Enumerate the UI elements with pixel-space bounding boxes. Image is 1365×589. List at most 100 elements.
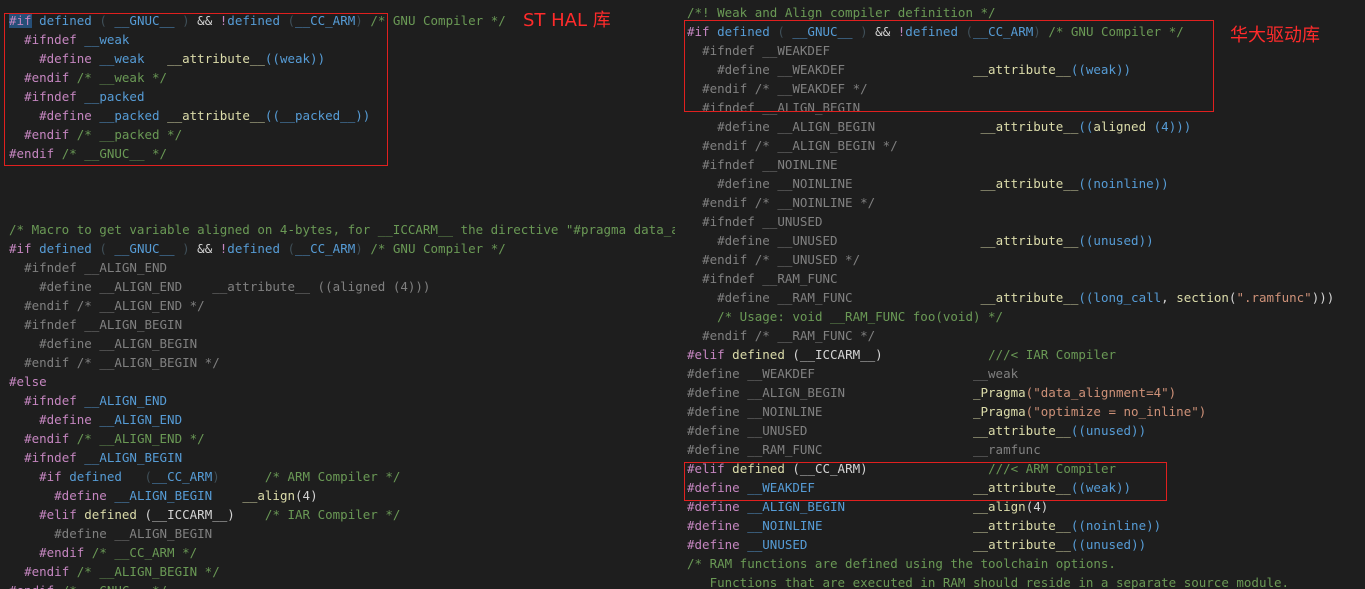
code-line[interactable]: #endif /* __packed */ bbox=[0, 125, 182, 144]
right-editor-pane[interactable]: /*! Weak and Align compiler definition *… bbox=[678, 0, 1365, 589]
code-line[interactable]: #define __NOINLINE __attribute__((noinli… bbox=[678, 174, 1169, 193]
code-token: section bbox=[1176, 290, 1229, 305]
code-line[interactable]: #elif defined (__ICCARM__) ///< IAR Comp… bbox=[678, 345, 1116, 364]
code-token: (( bbox=[1078, 290, 1094, 305]
code-line[interactable]: #endif /* __ALIGN_END */ bbox=[0, 296, 205, 315]
code-token: __attribute__ bbox=[973, 480, 1071, 495]
code-line[interactable]: #define __UNUSED __attribute__((unused)) bbox=[678, 231, 1154, 250]
code-line[interactable]: #define __ALIGN_BEGIN __align(4) bbox=[0, 486, 317, 505]
code-token: #define __ALIGN_BEGIN bbox=[687, 385, 846, 400]
code-line[interactable]: #ifndef __weak bbox=[0, 30, 129, 49]
code-line[interactable]: #ifndef __ALIGN_END bbox=[0, 391, 167, 410]
code-line[interactable]: #define __ALIGN_BEGIN bbox=[0, 524, 212, 543]
code-token: defined bbox=[39, 241, 92, 256]
code-line[interactable]: #endif /* __ALIGN_END */ bbox=[0, 429, 205, 448]
code-token: ) bbox=[355, 241, 371, 256]
code-token: (( bbox=[1078, 119, 1094, 134]
left-editor-pane[interactable]: #if defined ( __GNUC__ ) && !defined (__… bbox=[0, 0, 675, 589]
code-line[interactable]: #ifndef __WEAKDEF bbox=[678, 41, 830, 60]
code-token: #define __NOINLINE bbox=[687, 404, 823, 419]
code-line[interactable] bbox=[0, 201, 9, 220]
code-token: ( bbox=[121, 469, 153, 484]
code-line[interactable]: #define __RAM_FUNC __attribute__((long_c… bbox=[678, 288, 1334, 307]
code-token: __attribute__ bbox=[980, 290, 1079, 305]
code-line[interactable]: #endif /* __NOINLINE */ bbox=[678, 193, 875, 212]
code-line[interactable]: #define __WEAKDEF __weak bbox=[678, 364, 1018, 383]
code-line[interactable]: #ifndef __ALIGN_END bbox=[0, 258, 167, 277]
code-line[interactable]: #define __NOINLINE __attribute__((noinli… bbox=[678, 516, 1161, 535]
code-line[interactable]: #define __ALIGN_BEGIN __attribute__((ali… bbox=[678, 117, 1191, 136]
code-line[interactable]: Functions that are executed in RAM shoul… bbox=[678, 573, 1289, 589]
code-line[interactable]: #ifndef __RAM_FUNC bbox=[678, 269, 837, 288]
code-token: __attribute__ bbox=[980, 176, 1079, 191]
code-line[interactable]: #endif /* __GNUC__ */ bbox=[0, 581, 167, 589]
code-line[interactable]: #endif /* __UNUSED */ bbox=[678, 250, 860, 269]
code-token: __ALIGN_BEGIN bbox=[114, 488, 213, 503]
code-line[interactable]: #if defined ( __GNUC__ ) && !defined (__… bbox=[0, 11, 506, 30]
code-line[interactable]: #endif /* __ALIGN_BEGIN */ bbox=[0, 353, 220, 372]
code-token: __GNUC__ bbox=[792, 24, 853, 39]
code-line[interactable]: /* Macro to get variable aligned on 4-by… bbox=[0, 220, 675, 239]
code-line[interactable]: #define __NOINLINE _Pragma("optimize = n… bbox=[678, 402, 1206, 421]
code-line[interactable]: /*! Weak and Align compiler definition *… bbox=[678, 3, 996, 22]
code-token: && bbox=[197, 13, 213, 28]
code-line[interactable]: #define __UNUSED __attribute__((unused)) bbox=[678, 421, 1146, 440]
code-line[interactable]: #define __WEAKDEF __attribute__((weak)) bbox=[678, 478, 1131, 497]
code-line[interactable]: #define __ALIGN_BEGIN bbox=[0, 334, 197, 353]
code-line[interactable]: #endif /* __ALIGN_BEGIN */ bbox=[0, 562, 220, 581]
code-token: __attribute__ bbox=[980, 119, 1079, 134]
code-token: ".ramfunc" bbox=[1236, 290, 1312, 305]
code-token: ) bbox=[212, 469, 265, 484]
code-line[interactable]: #else bbox=[0, 372, 47, 391]
code-line[interactable]: #ifndef __UNUSED bbox=[678, 212, 822, 231]
code-line[interactable]: #define __weak __attribute__((weak)) bbox=[0, 49, 325, 68]
code-token: ///< IAR Compiler bbox=[988, 347, 1116, 362]
code-line[interactable]: #elif defined (__CC_ARM) ///< ARM Compil… bbox=[678, 459, 1116, 478]
code-line[interactable]: #elif defined (__ICCARM__) /* IAR Compil… bbox=[0, 505, 400, 524]
code-line[interactable]: #if defined ( __GNUC__ ) && !defined (__… bbox=[0, 239, 506, 258]
code-line[interactable]: /* Usage: void __RAM_FUNC foo(void) */ bbox=[678, 307, 1003, 326]
code-line[interactable]: #if defined (__CC_ARM) /* ARM Compiler *… bbox=[0, 467, 400, 486]
code-line[interactable]: #endif /* __ALIGN_BEGIN */ bbox=[678, 136, 898, 155]
code-line[interactable]: #define __WEAKDEF __attribute__((weak)) bbox=[678, 60, 1131, 79]
code-token: #define bbox=[687, 518, 740, 533]
code-line[interactable]: #define __RAM_FUNC __ramfunc bbox=[678, 440, 1041, 459]
code-line[interactable]: #ifndef __packed bbox=[0, 87, 144, 106]
code-line[interactable]: /* RAM functions are defined using the t… bbox=[678, 554, 1116, 573]
code-token: #define bbox=[54, 488, 107, 503]
code-line[interactable]: #if defined ( __GNUC__ ) && !defined (__… bbox=[678, 22, 1184, 41]
code-token: #endif bbox=[24, 70, 70, 85]
code-token: #define __WEAKDEF bbox=[717, 62, 846, 77]
code-line[interactable]: #define __ALIGN_BEGIN __align(4) bbox=[678, 497, 1048, 516]
code-line[interactable]: #define __ALIGN_END __attribute__ ((alig… bbox=[0, 277, 430, 296]
code-line[interactable] bbox=[0, 182, 9, 201]
code-token: #define __RAM_FUNC bbox=[687, 442, 823, 457]
code-token: #define bbox=[687, 480, 740, 495]
code-token: (4) bbox=[1025, 499, 1049, 514]
code-line[interactable]: #endif /* __CC_ARM */ bbox=[0, 543, 197, 562]
code-line[interactable]: #ifndef __ALIGN_BEGIN bbox=[0, 448, 227, 467]
code-line[interactable]: #define __ALIGN_END bbox=[0, 410, 182, 429]
code-token: ((noinline)) bbox=[1078, 176, 1169, 191]
code-line[interactable]: #ifndef __ALIGN_BEGIN bbox=[0, 315, 182, 334]
code-line[interactable]: #define __UNUSED __attribute__((unused)) bbox=[678, 535, 1146, 554]
code-line[interactable]: #endif /* __weak */ bbox=[0, 68, 167, 87]
code-line[interactable]: #endif /* __WEAKDEF */ bbox=[678, 79, 868, 98]
code-line[interactable]: #ifndef __ALIGN_BEGIN bbox=[678, 98, 860, 117]
code-line[interactable]: #define __packed __attribute__((__packed… bbox=[0, 106, 370, 125]
code-line[interactable]: #endif /* __GNUC__ */ bbox=[0, 144, 167, 163]
code-line[interactable] bbox=[0, 163, 9, 182]
code-line[interactable]: #define __ALIGN_BEGIN _Pragma("data_alig… bbox=[678, 383, 1176, 402]
code-line[interactable]: #ifndef __NOINLINE bbox=[678, 155, 837, 174]
code-line[interactable]: #endif /* __RAM_FUNC */ bbox=[678, 326, 875, 345]
